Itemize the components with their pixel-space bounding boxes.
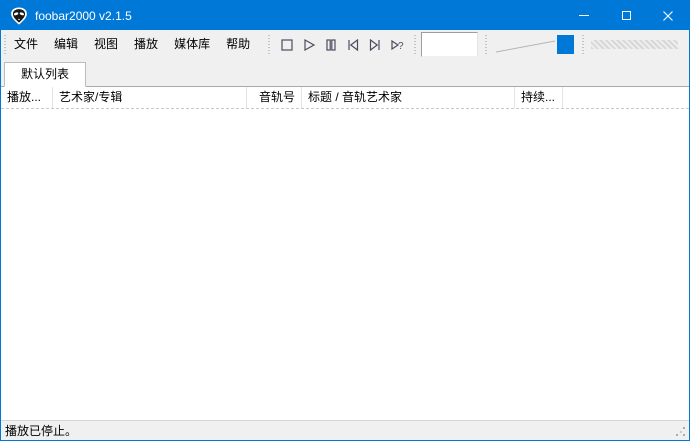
column-playing[interactable]: 播放...: [1, 87, 53, 108]
playlist-tab-strip: 默认列表: [1, 59, 689, 87]
volume-grip[interactable]: [485, 35, 487, 55]
title-bar[interactable]: foobar2000 v2.1.5: [1, 1, 689, 30]
tab-default-playlist[interactable]: 默认列表: [4, 62, 86, 87]
volume-slider[interactable]: [493, 33, 575, 57]
minimize-button[interactable]: [563, 1, 605, 30]
volume-handle[interactable]: [557, 35, 574, 54]
playlist-column-header: 播放... 艺术家/专辑 音轨号 标题 / 音轨艺术家 持续...: [1, 87, 689, 109]
pause-button[interactable]: [320, 34, 342, 56]
next-icon: [367, 37, 383, 53]
pause-icon: [323, 37, 339, 53]
random-button[interactable]: ?: [386, 34, 408, 56]
stop-icon: [279, 37, 295, 53]
minimize-icon: [579, 15, 589, 16]
play-button[interactable]: [298, 34, 320, 56]
menu-file[interactable]: 文件: [6, 30, 46, 59]
column-title-track-artist[interactable]: 标题 / 音轨艺术家: [302, 87, 515, 108]
column-track-number[interactable]: 音轨号: [247, 87, 302, 108]
previous-button[interactable]: [342, 34, 364, 56]
menu-view[interactable]: 视图: [86, 30, 126, 59]
maximize-button[interactable]: [605, 1, 647, 30]
stop-button[interactable]: [276, 34, 298, 56]
menu-playback[interactable]: 播放: [126, 30, 166, 59]
window-title: foobar2000 v2.1.5: [35, 9, 132, 23]
status-bar: 播放已停止。: [1, 420, 689, 440]
playlist-body[interactable]: [1, 109, 689, 420]
menu-library[interactable]: 媒体库: [166, 30, 218, 59]
status-text: 播放已停止。: [5, 422, 77, 439]
foobar2000-app-icon[interactable]: [10, 7, 28, 25]
svg-text:?: ?: [398, 41, 404, 52]
seekbar[interactable]: [591, 40, 678, 49]
playback-toolbar-grip[interactable]: [268, 35, 270, 55]
resize-grip-icon[interactable]: [676, 427, 686, 437]
menu-edit[interactable]: 编辑: [46, 30, 86, 59]
column-empty[interactable]: [563, 87, 689, 108]
column-artist-album[interactable]: 艺术家/专辑: [53, 87, 247, 108]
maximize-icon: [622, 11, 631, 20]
previous-icon: [345, 37, 361, 53]
menu-bar: 文件 编辑 视图 播放 媒体库 帮助: [6, 30, 258, 59]
random-icon: ?: [389, 37, 406, 53]
close-button[interactable]: [647, 1, 689, 30]
caption-buttons: [563, 1, 689, 30]
seekbar-grip[interactable]: [582, 35, 584, 55]
close-icon: [663, 11, 673, 21]
next-button[interactable]: [364, 34, 386, 56]
app-window: foobar2000 v2.1.5 文件 编辑 视图 播放 媒体库 帮助: [0, 0, 690, 441]
visualization-box[interactable]: [421, 32, 478, 57]
menu-help[interactable]: 帮助: [218, 30, 258, 59]
toolbar-row: 文件 编辑 视图 播放 媒体库 帮助: [1, 30, 689, 59]
playback-buttons: ?: [276, 34, 408, 56]
column-duration[interactable]: 持续...: [515, 87, 563, 108]
visualization-grip[interactable]: [414, 35, 416, 55]
play-icon: [301, 37, 317, 53]
